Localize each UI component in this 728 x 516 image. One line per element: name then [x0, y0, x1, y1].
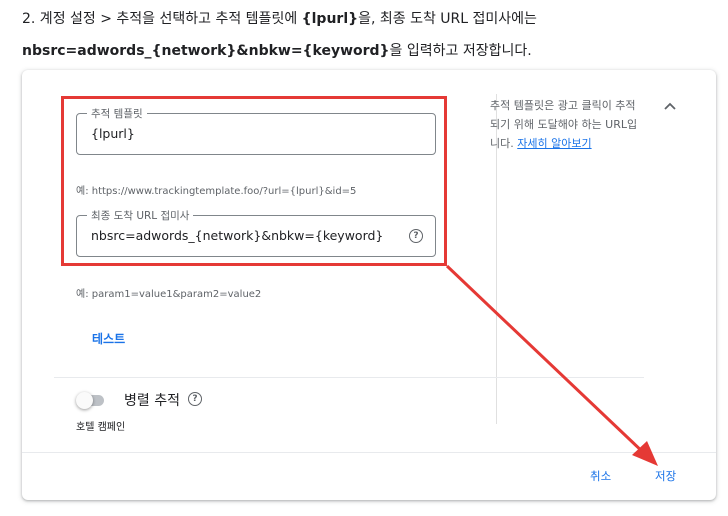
section-divider: [54, 377, 644, 378]
parallel-tracking-toggle[interactable]: [76, 392, 104, 409]
tracking-template-value[interactable]: {lpurl}: [91, 126, 135, 141]
instruction-line-2: nbsrc=adwords_{network}&nbkw={keyword}을 …: [22, 40, 532, 60]
parallel-tracking-text: 병렬 추적: [124, 393, 180, 409]
instruction-line-2-bold: nbsrc=adwords_{network}&nbkw={keyword}: [22, 43, 390, 59]
final-url-suffix-label: 최종 도착 URL 접미사: [87, 208, 194, 223]
tracking-template-label: 추적 템플릿: [87, 106, 147, 121]
instruction-line-1-prefix: 2. 계정 설정 > 추적을 선택하고 추적 템플릿에: [22, 11, 302, 27]
instruction-line-1-bold: {lpurl}: [301, 11, 359, 27]
chevron-up-icon[interactable]: [664, 100, 676, 112]
final-url-suffix-hint: 예: param1=value1&param2=value2: [76, 289, 262, 300]
instruction-line-1-suffix: 을, 최종 도착 URL 접미사에는: [358, 11, 537, 27]
instruction-line-1: 2. 계정 설정 > 추적을 선택하고 추적 템플릿에 {lpurl}을, 최종…: [22, 8, 537, 28]
instruction-line-2-suffix: 을 입력하고 저장합니다.: [389, 43, 532, 59]
tracking-settings-card: 추적 템플릿 {lpurl} 예: https://www.trackingte…: [22, 70, 716, 500]
parallel-tracking-help-icon[interactable]: ?: [188, 392, 202, 406]
toggle-knob: [76, 392, 93, 409]
test-button[interactable]: 테스트: [92, 330, 125, 347]
learn-more-link[interactable]: 자세히 알아보기: [517, 137, 591, 150]
tracking-template-field[interactable]: 추적 템플릿 {lpurl}: [76, 106, 436, 155]
tracking-template-hint: 예: https://www.trackingtemplate.foo/?url…: [76, 186, 357, 197]
save-button[interactable]: 저장: [655, 468, 676, 484]
final-url-suffix-field[interactable]: 최종 도착 URL 접미사 nbsrc=adwords_{network}&nb…: [76, 208, 436, 257]
cancel-button[interactable]: 취소: [590, 468, 611, 484]
help-icon[interactable]: ?: [409, 229, 423, 243]
final-url-suffix-value[interactable]: nbsrc=adwords_{network}&nbkw={keyword}: [91, 228, 383, 243]
parallel-tracking-label: 병렬 추적: [124, 390, 180, 410]
side-help-text: 추적 템플릿은 광고 클릭이 추적되기 위해 도달해야 하는 URL입니다. 자…: [490, 96, 640, 153]
hotel-campaign-label: 호텔 캠페인: [76, 422, 126, 433]
footer-divider: [22, 452, 716, 453]
